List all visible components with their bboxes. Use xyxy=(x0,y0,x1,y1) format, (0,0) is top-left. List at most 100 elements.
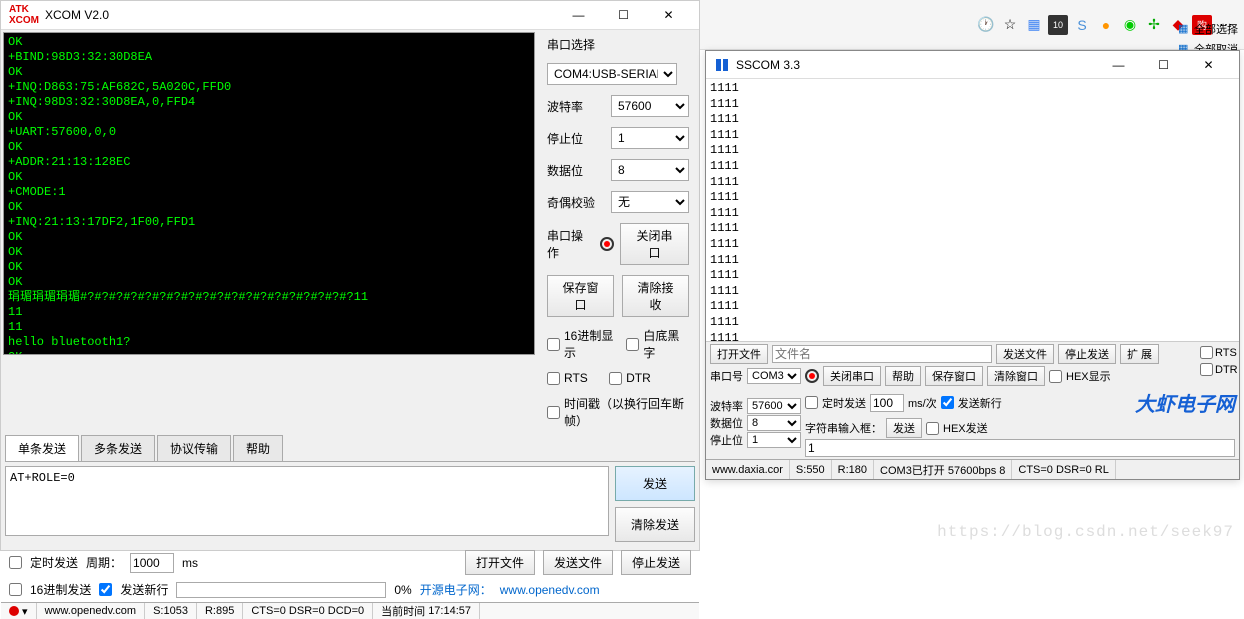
ext-icon-5[interactable]: ◉ xyxy=(1120,15,1140,35)
sscom-expand-button[interactable]: 扩 展 xyxy=(1120,344,1159,364)
xcom-statusbar: ▾ www.openedv.com S:1053 R:895 CTS=0 DSR… xyxy=(1,602,699,619)
sscom-status-url: www.daxia.cor xyxy=(706,460,790,479)
star-icon[interactable]: ☆ xyxy=(1000,15,1020,35)
send-button[interactable]: 发送 xyxy=(615,466,695,501)
link-label: 开源电子网： xyxy=(420,581,492,598)
status-url: www.openedv.com xyxy=(37,603,146,619)
sscom-minimize-button[interactable]: — xyxy=(1096,51,1141,79)
watermark: https://blog.csdn.net/seek97 xyxy=(937,523,1234,541)
browser-toolbar: 🕐 ☆ ▦ 10 S ● ◉ ✢ ◆ 购 ⋯ xyxy=(700,0,1244,50)
hex-send-checkbox[interactable] xyxy=(9,583,22,596)
sscom-status-recv: R:180 xyxy=(832,460,874,479)
sscom-status-port: COM3已打开 57600bps 8 xyxy=(874,460,1012,479)
tab-protocol[interactable]: 协议传输 xyxy=(157,435,231,461)
sscom-stop-send-button[interactable]: 停止发送 xyxy=(1058,344,1116,364)
port-select-label: 串口选择 xyxy=(547,36,689,53)
sscom-hexdisp-checkbox[interactable] xyxy=(1049,370,1062,383)
whitebg-checkbox[interactable] xyxy=(626,338,639,351)
sscom-maximize-button[interactable]: ☐ xyxy=(1141,51,1186,79)
port-select[interactable]: COM4:USB-SERIAL xyxy=(547,63,677,85)
sscom-send-file-button[interactable]: 发送文件 xyxy=(996,344,1054,364)
send-textarea[interactable]: AT+ROLE=0 xyxy=(5,466,609,536)
clear-send-button[interactable]: 清除发送 xyxy=(615,507,695,542)
sscom-save-window-button[interactable]: 保存窗口 xyxy=(925,366,983,386)
sscom-status-signals: CTS=0 DSR=0 RL xyxy=(1012,460,1115,479)
sscom-title: SSCOM 3.3 xyxy=(736,58,1096,72)
op-label: 串口操作 xyxy=(547,227,594,261)
baud-select[interactable]: 57600 xyxy=(611,95,689,117)
parity-select[interactable]: 无 xyxy=(611,191,689,213)
close-port-button[interactable]: 关闭串口 xyxy=(620,223,689,265)
serial-settings-panel: 串口选择 COM4:USB-SERIAL 波特率57600 停止位1 数据位8 … xyxy=(537,30,699,435)
sscom-statusbar: www.daxia.cor S:550 R:180 COM3已打开 57600b… xyxy=(706,459,1239,479)
ext-icon-4[interactable]: ● xyxy=(1096,15,1116,35)
parity-label: 奇偶校验 xyxy=(547,194,603,211)
sscom-clear-window-button[interactable]: 清除窗口 xyxy=(987,366,1045,386)
history-icon[interactable]: 🕐 xyxy=(976,15,996,35)
sscom-timed-send-checkbox[interactable] xyxy=(805,396,818,409)
databits-select[interactable]: 8 xyxy=(611,159,689,181)
status-dot-icon xyxy=(9,606,19,616)
progress-bar xyxy=(176,582,386,598)
sscom-open-file-button[interactable]: 打开文件 xyxy=(710,344,768,364)
sscom-baud-select[interactable]: 57600 xyxy=(747,398,801,414)
filename-input[interactable] xyxy=(772,345,992,363)
rts-checkbox[interactable] xyxy=(547,372,560,385)
record-icon xyxy=(600,237,614,251)
sscom-logo-icon xyxy=(714,57,730,73)
status-signals: CTS=0 DSR=0 DCD=0 xyxy=(243,603,373,619)
dtr-checkbox[interactable] xyxy=(609,372,622,385)
tab-single-send[interactable]: 单条发送 xyxy=(5,435,79,461)
sscom-help-button[interactable]: 帮助 xyxy=(885,366,921,386)
period-input[interactable] xyxy=(130,553,174,573)
tab-help[interactable]: 帮助 xyxy=(233,435,283,461)
save-window-button[interactable]: 保存窗口 xyxy=(547,275,614,317)
clear-receive-button[interactable]: 清除接收 xyxy=(622,275,689,317)
sscom-output: 1111 1111 1111 1111 1111 1111 1111 1111 … xyxy=(706,79,1239,342)
open-file-button[interactable]: 打开文件 xyxy=(465,550,535,575)
ext-icon-6[interactable]: ✢ xyxy=(1144,15,1164,35)
close-button[interactable]: ✕ xyxy=(646,1,691,29)
openedv-link[interactable]: www.openedv.com xyxy=(500,583,600,597)
sscom-period-input[interactable] xyxy=(870,394,904,412)
timestamp-checkbox[interactable] xyxy=(547,406,560,419)
xcom-window: ATKXCOM XCOM V2.0 — ☐ ✕ OK +BIND:98D3:32… xyxy=(0,0,700,551)
sscom-input-field[interactable] xyxy=(805,439,1235,457)
sscom-send-button[interactable]: 发送 xyxy=(886,418,922,438)
send-file-button[interactable]: 发送文件 xyxy=(543,550,613,575)
data-label: 数据位 xyxy=(547,162,603,179)
minimize-button[interactable]: — xyxy=(556,1,601,29)
xcom-titlebar: ATKXCOM XCOM V2.0 — ☐ ✕ xyxy=(1,1,699,30)
ext-rts-dtr-panel: RTS DTR xyxy=(1200,346,1240,376)
ext-rts-checkbox[interactable] xyxy=(1200,346,1213,359)
sscom-titlebar: SSCOM 3.3 — ☐ ✕ xyxy=(706,51,1239,79)
daxia-brand: 大虾电子网 xyxy=(1135,388,1235,417)
sscom-record-icon xyxy=(805,369,819,383)
ext-icon-1[interactable]: ▦ xyxy=(1024,15,1044,35)
maximize-button[interactable]: ☐ xyxy=(601,1,646,29)
sscom-close-port-button[interactable]: 关闭串口 xyxy=(823,366,881,386)
sscom-port-select[interactable]: COM3 xyxy=(747,368,801,384)
send-newline-checkbox[interactable] xyxy=(99,583,112,596)
sscom-newline-checkbox[interactable] xyxy=(941,396,954,409)
sscom-databits-select[interactable]: 8 xyxy=(747,415,801,431)
tab-multi-send[interactable]: 多条发送 xyxy=(81,435,155,461)
select-all[interactable]: ▦全部选择 xyxy=(1174,20,1244,38)
stopbits-select[interactable]: 1 xyxy=(611,127,689,149)
ext-icon-3[interactable]: S xyxy=(1072,15,1092,35)
send-tabs: 单条发送 多条发送 协议传输 帮助 xyxy=(5,435,695,462)
browser-side-actions: ▦全部选择 ▦全部取消 xyxy=(1174,20,1244,50)
terminal-output: OK +BIND:98D3:32:30D8EA OK +INQ:D863:75:… xyxy=(3,32,535,355)
xcom-logo-icon: ATKXCOM xyxy=(9,4,39,26)
timed-send-checkbox[interactable] xyxy=(9,556,22,569)
status-sent: S:1053 xyxy=(145,603,197,619)
stop-label: 停止位 xyxy=(547,130,603,147)
sscom-status-sent: S:550 xyxy=(790,460,832,479)
ext-icon-2[interactable]: 10 xyxy=(1048,15,1068,35)
hex-display-checkbox[interactable] xyxy=(547,338,560,351)
sscom-stopbits-select[interactable]: 1 xyxy=(747,432,801,448)
sscom-hexsend-checkbox[interactable] xyxy=(926,422,939,435)
sscom-close-button[interactable]: ✕ xyxy=(1186,51,1231,79)
ext-dtr-checkbox[interactable] xyxy=(1200,363,1213,376)
stop-send-button[interactable]: 停止发送 xyxy=(621,550,691,575)
